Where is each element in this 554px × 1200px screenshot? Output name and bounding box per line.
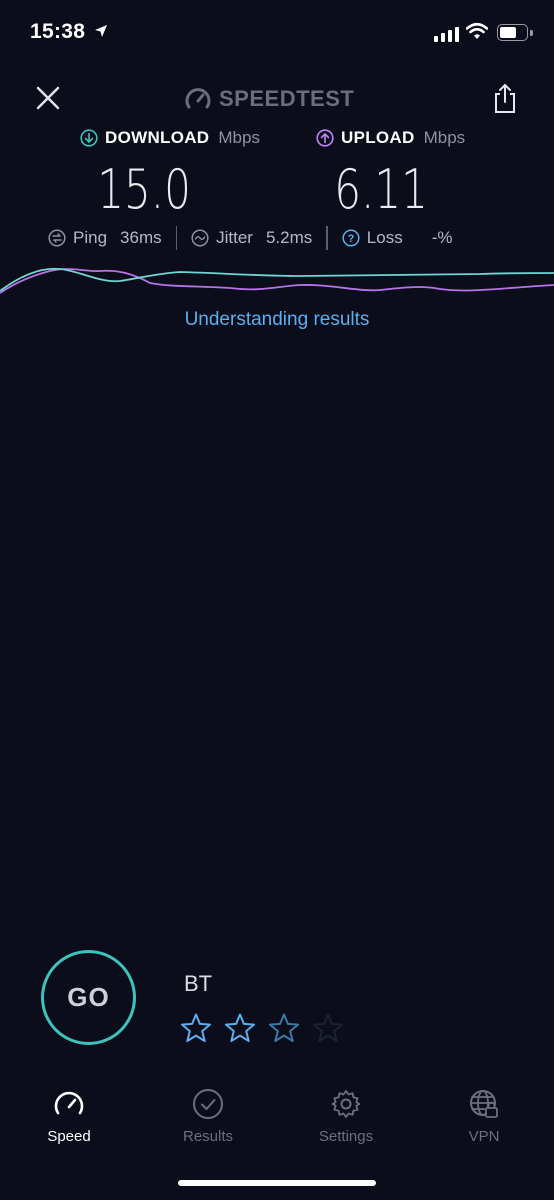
upload-unit: Mbps (423, 128, 466, 147)
close-icon[interactable] (34, 84, 62, 112)
battery-cap (530, 30, 533, 36)
download-label: DOWNLOAD (105, 128, 210, 147)
ping-label: Ping (73, 228, 108, 247)
upload-header: UPLOAD Mbps (316, 128, 465, 148)
tab-results[interactable]: Results (158, 1088, 258, 1145)
speedometer-icon (54, 1091, 84, 1115)
star-icon[interactable] (268, 1012, 300, 1044)
go-button[interactable]: GO (41, 950, 136, 1045)
ping-icon (48, 229, 66, 247)
tab-results-label: Results (182, 1128, 234, 1145)
tab-speed[interactable]: Speed (19, 1088, 119, 1145)
download-arrow-icon (80, 129, 98, 147)
understanding-results-link[interactable]: Understanding results (0, 309, 554, 331)
speed-graph (0, 267, 554, 294)
help-icon[interactable]: ? (342, 229, 360, 247)
wifi-icon (466, 22, 488, 39)
battery-icon (497, 24, 528, 41)
provider-name[interactable]: BT (184, 971, 212, 997)
gear-icon (331, 1090, 361, 1118)
loss-label: Loss (366, 228, 403, 247)
jitter-icon (191, 229, 209, 247)
jitter-value: 5.2 (265, 228, 290, 247)
tab-speed-label: Speed (47, 1128, 91, 1145)
loss-unit: % (437, 228, 453, 247)
svg-text:?: ? (347, 233, 354, 245)
location-arrow-icon (95, 25, 107, 37)
stats-row: Ping 36ms Jitter 5.2ms ? Loss -% (48, 226, 453, 250)
ping-unit: ms (138, 228, 162, 247)
globe-lock-icon (470, 1090, 498, 1118)
tab-settings-label: Settings (318, 1128, 374, 1145)
tab-settings[interactable]: Settings (296, 1088, 396, 1145)
ping-value: 36 (120, 228, 139, 247)
jitter-label: Jitter (216, 228, 253, 247)
speedtest-logo: SPEEDTEST (185, 86, 354, 112)
tab-vpn[interactable]: VPN (434, 1088, 534, 1145)
upload-label: UPLOAD (341, 128, 415, 147)
status-time: 15:38 (30, 20, 86, 43)
upload-arrow-icon (316, 129, 334, 147)
share-icon[interactable] (491, 82, 519, 114)
home-indicator[interactable] (178, 1180, 376, 1186)
star-icon[interactable] (312, 1012, 344, 1044)
provider-rating[interactable] (180, 1012, 344, 1044)
gauge-logo-icon (185, 88, 211, 109)
stats-divider (175, 226, 178, 250)
download-value: 15.0 (97, 158, 191, 221)
star-icon[interactable] (180, 1012, 212, 1044)
download-unit: Mbps (218, 128, 260, 147)
tab-vpn-label: VPN (468, 1128, 500, 1145)
upload-value: 6.11 (334, 158, 428, 221)
cellular-signal-icon (434, 27, 459, 42)
jitter-unit: ms (289, 228, 313, 247)
check-circle-icon (193, 1089, 223, 1119)
upload-graph-line (0, 268, 554, 294)
download-header: DOWNLOAD Mbps (80, 128, 260, 148)
stats-divider (326, 226, 328, 250)
ping-stat: Ping 36ms (48, 228, 162, 248)
loss-stat[interactable]: ? Loss -% (342, 228, 453, 248)
star-icon[interactable] (224, 1012, 256, 1044)
jitter-stat: Jitter 5.2ms (191, 228, 312, 248)
brand-text: SPEEDTEST (219, 86, 355, 111)
